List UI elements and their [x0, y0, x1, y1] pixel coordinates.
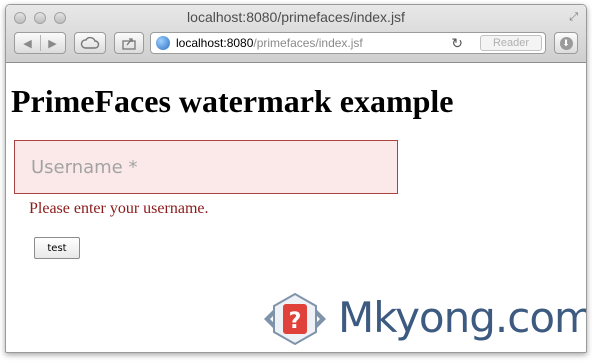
address-bar[interactable]: localhost:8080/primefaces/index.jsf ↻ Re…: [150, 32, 546, 54]
reader-button[interactable]: Reader: [480, 35, 542, 51]
cloud-icon: [80, 36, 100, 49]
browser-window: localhost:8080/primefaces/index.jsf ⤢ ◀ …: [5, 4, 587, 353]
back-icon[interactable]: ◀: [15, 37, 40, 50]
username-error-message: Please enter your username.: [29, 200, 209, 217]
url-host: localhost:8080: [176, 36, 254, 50]
url-path: /primefaces/index.jsf: [253, 36, 363, 50]
window-title: localhost:8080/primefaces/index.jsf: [187, 9, 405, 25]
downloads-button[interactable]: ⬇: [554, 32, 578, 54]
logo-question-glyph: ?: [289, 309, 302, 334]
page-content: PrimeFaces watermark example Please ente…: [6, 63, 586, 352]
download-icon: ⬇: [559, 36, 573, 50]
mkyong-logo-text: Mkyong.com: [338, 293, 587, 342]
username-input[interactable]: [14, 140, 398, 194]
reload-icon[interactable]: ↻: [451, 35, 463, 52]
share-icon: [122, 38, 136, 50]
test-button[interactable]: test: [34, 237, 80, 259]
browser-toolbar: localhost:8080/primefaces/index.jsf ⤢ ◀ …: [6, 5, 586, 63]
mkyong-logo-icon: ?: [264, 292, 326, 346]
page-title: PrimeFaces watermark example: [11, 83, 454, 119]
back-forward-divider: [40, 35, 41, 51]
globe-icon: [156, 36, 170, 50]
forward-icon[interactable]: ▶: [40, 37, 65, 50]
share-button[interactable]: [114, 32, 144, 54]
fullscreen-icon[interactable]: ⤢: [569, 11, 578, 24]
cloud-button[interactable]: [74, 32, 106, 54]
back-forward-group: ◀ ▶: [14, 32, 66, 54]
mkyong-logo: ? Mkyong.com: [260, 291, 586, 351]
